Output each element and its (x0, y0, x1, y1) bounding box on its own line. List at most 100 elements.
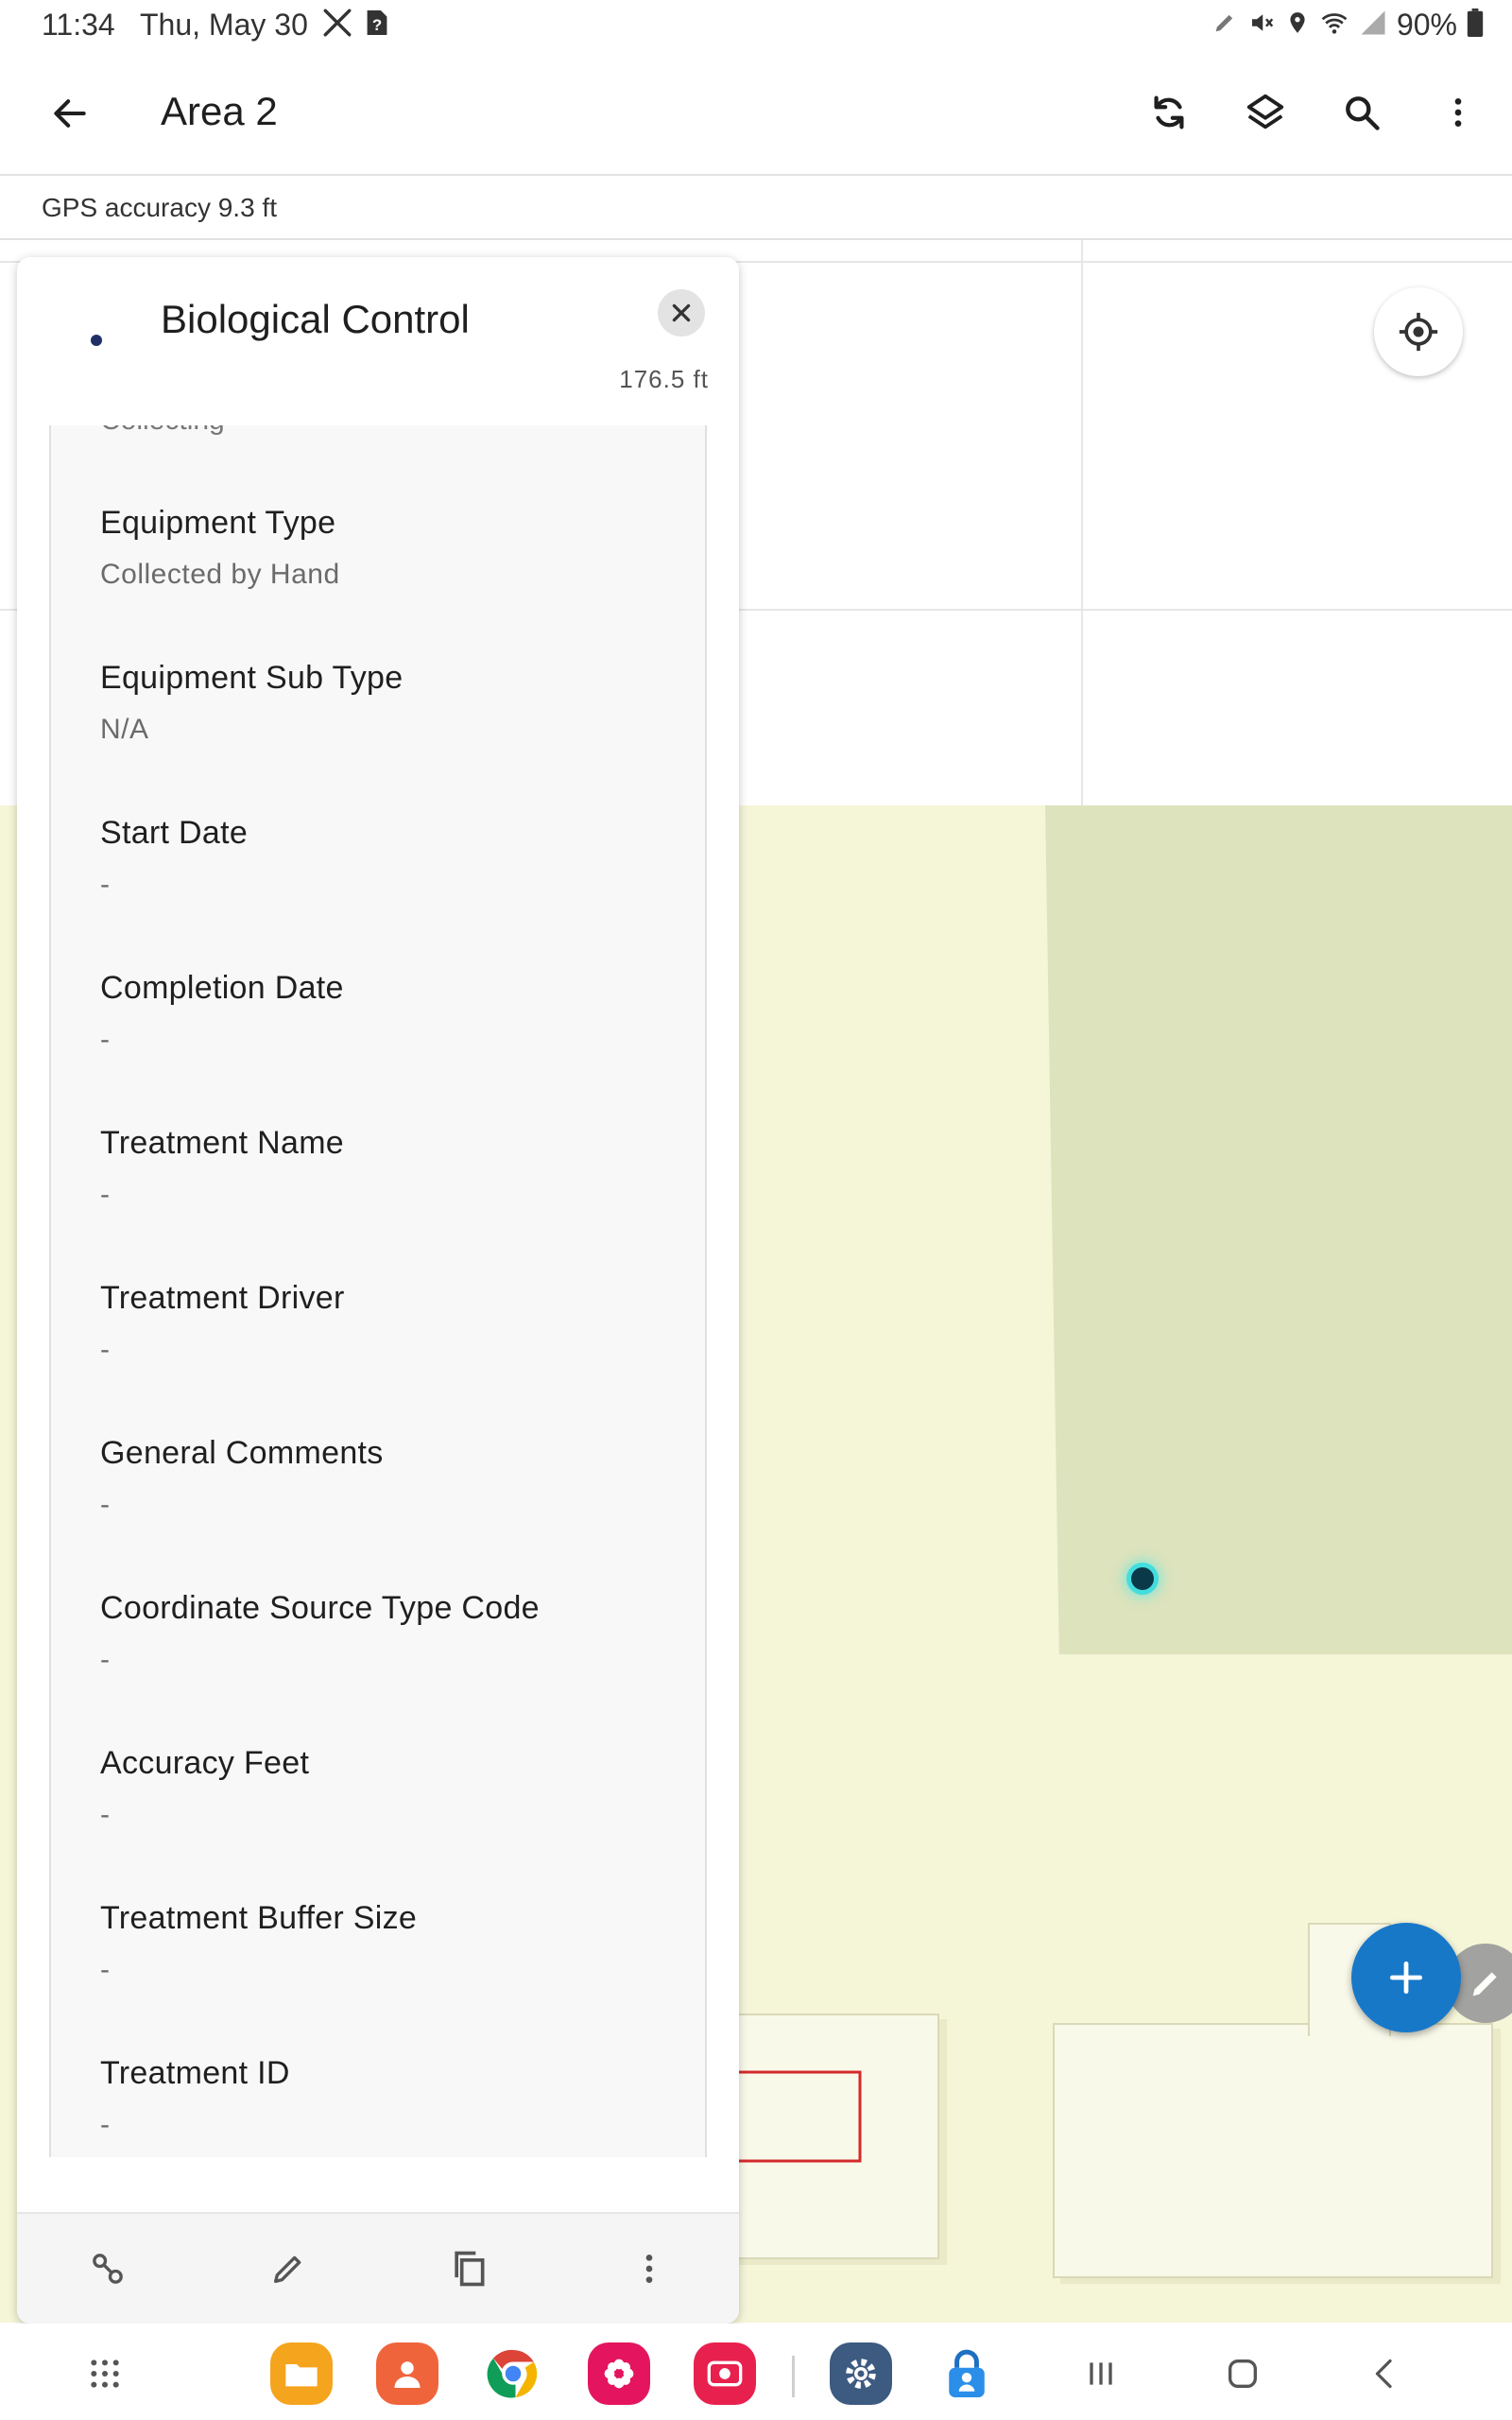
feature-more-button[interactable] (558, 2214, 739, 2324)
tools-icon (321, 7, 353, 43)
field-label: Treatment Driver (100, 1280, 345, 1316)
panel-header: Biological Control 176.5 ft (17, 257, 739, 425)
field-start-date: Start Date - (100, 815, 248, 901)
gallery-app[interactable] (586, 2342, 652, 2405)
copy-feature-button[interactable] (378, 2214, 558, 2324)
pencil-icon (1472, 1972, 1497, 1996)
more-vert-icon (645, 2255, 652, 2283)
battery-percent: 90% (1396, 7, 1457, 42)
wifi-icon (1319, 9, 1349, 42)
field-treatment-name: Treatment Name - (100, 1125, 344, 1211)
field-equipment-sub-type: Equipment Sub Type N/A (100, 660, 403, 746)
contacts-icon (376, 2342, 438, 2405)
mute-icon (1247, 9, 1276, 42)
field-value: - (100, 1489, 111, 1520)
field-label: Accuracy Feet (100, 1745, 310, 1781)
recents-button[interactable] (1068, 2342, 1134, 2405)
chrome-app[interactable] (480, 2342, 546, 2405)
feature-distance: 176.5 ft (619, 365, 709, 393)
gps-accuracy-text: GPS accuracy 9.3 ft (42, 193, 277, 222)
field-treatment-driver: Treatment Driver - (100, 1280, 345, 1366)
app-drawer-button[interactable] (72, 2342, 138, 2405)
authenticator-app[interactable] (934, 2342, 1000, 2405)
pen-icon (1211, 9, 1238, 41)
feature-symbol-icon (91, 335, 102, 346)
copy-icon (454, 2251, 484, 2287)
screen-recorder-app[interactable] (692, 2342, 758, 2405)
screen-recorder-icon (694, 2342, 756, 2405)
more-options-button[interactable] (1423, 78, 1493, 147)
svg-text:?: ? (372, 15, 382, 33)
panel-title: Biological Control (161, 297, 470, 341)
layers-icon (1246, 94, 1284, 130)
status-bar: 11:34 Thu, May 30 ? 90% (0, 0, 1512, 49)
field-value: N/A (100, 714, 149, 745)
field-value: - (100, 1179, 111, 1210)
feature-popup-panel: Biological Control 176.5 ft Collecting E… (17, 257, 739, 2324)
app-bar: Area 2 (0, 49, 1512, 176)
recents-icon (1090, 2362, 1112, 2385)
settings-app[interactable] (828, 2342, 894, 2405)
home-button[interactable] (1210, 2342, 1276, 2405)
field-label: Treatment Name (100, 1125, 345, 1161)
close-icon (672, 303, 691, 322)
close-button[interactable] (658, 289, 705, 337)
attributes-list[interactable]: Collecting Equipment Type Collected by H… (49, 425, 707, 2157)
settings-icon (830, 2342, 892, 2405)
sync-button[interactable] (1134, 78, 1204, 147)
map-grid-line (1081, 240, 1083, 807)
map-building (1053, 2023, 1493, 2278)
link-icon (92, 2254, 123, 2284)
add-fab[interactable] (1351, 1923, 1461, 2032)
app-drawer-icon (91, 2360, 119, 2388)
more-vert-icon (1454, 98, 1462, 127)
field-general-comments: General Comments - (100, 1435, 384, 1521)
layers-button[interactable] (1230, 78, 1300, 147)
field-label: Treatment Buffer Size (100, 1900, 418, 1936)
related-link-button[interactable] (17, 2214, 198, 2324)
sync-icon (1154, 95, 1184, 130)
page-title: Area 2 (161, 89, 278, 133)
my-location-button[interactable] (1374, 287, 1463, 376)
plus-icon (1389, 1961, 1423, 1995)
panel-toolbar (17, 2212, 739, 2324)
arrow-back-icon (54, 99, 86, 128)
search-icon (1346, 96, 1380, 130)
battery-icon (1467, 8, 1484, 42)
edit-feature-button[interactable] (198, 2214, 378, 2324)
my-files-app[interactable] (268, 2342, 335, 2405)
field-value: - (100, 1644, 111, 1675)
home-icon (1228, 2360, 1257, 2388)
field-value: - (100, 1799, 111, 1830)
sim-alert-icon: ? (365, 8, 389, 43)
system-back-button[interactable] (1351, 2342, 1418, 2405)
field-label: Start Date (100, 815, 249, 851)
contacts-app[interactable] (374, 2342, 440, 2405)
map-parcel (1045, 805, 1512, 1654)
field-label: Equipment Type (100, 505, 336, 541)
field-value: Collected by Hand (100, 559, 340, 590)
search-button[interactable] (1327, 78, 1397, 147)
field-equipment-type: Equipment Type Collected by Hand (100, 505, 340, 591)
status-time: 11:34 (42, 8, 115, 42)
cut-off-field-value: Collecting (100, 425, 225, 437)
field-completion-date: Completion Date - (100, 970, 344, 1056)
field-value: - (100, 869, 111, 900)
my-files-icon (270, 2342, 333, 2405)
field-label: Coordinate Source Type Code (100, 1590, 540, 1626)
gps-accuracy-bar: GPS accuracy 9.3 ft (0, 176, 1512, 240)
field-label: General Comments (100, 1435, 384, 1471)
edit-icon (273, 2256, 301, 2283)
gallery-icon (588, 2342, 650, 2405)
back-button[interactable] (43, 87, 96, 140)
field-value: - (100, 1954, 111, 1985)
location-icon (1285, 9, 1310, 42)
field-label: Completion Date (100, 970, 344, 1006)
dock-separator (792, 2356, 795, 2397)
field-coordinate-source-type-code: Coordinate Source Type Code - (100, 1590, 540, 1676)
signal-icon (1359, 9, 1387, 42)
field-label: Treatment ID (100, 2055, 290, 2091)
chrome-icon (482, 2342, 544, 2405)
field-treatment-id: Treatment ID - (100, 2055, 290, 2141)
navigation-bar (0, 2324, 1512, 2420)
